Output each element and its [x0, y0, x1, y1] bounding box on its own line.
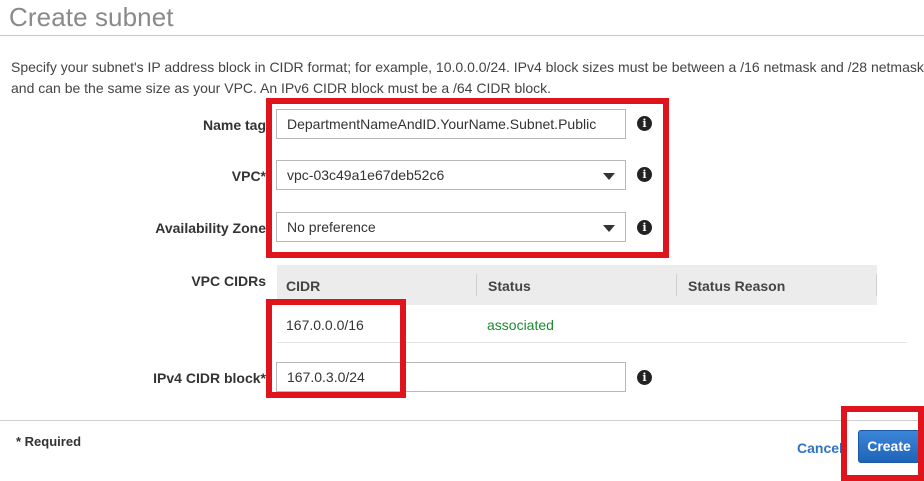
- highlight-box-form-fields: [266, 98, 669, 258]
- column-header-status: Status: [488, 278, 531, 294]
- info-icon[interactable]: i: [637, 370, 652, 385]
- ipv4-cidr-label: IPv4 CIDR block*: [153, 370, 266, 386]
- page-description: Specify your subnet's IP address block i…: [11, 57, 924, 99]
- column-header-cidr: CIDR: [286, 278, 321, 294]
- cancel-button[interactable]: Cancel: [797, 440, 843, 456]
- highlight-box-create: [841, 406, 924, 481]
- column-header-status-reason: Status Reason: [688, 278, 786, 294]
- highlight-box-cidr: [266, 299, 406, 398]
- vpc-label: VPC*: [231, 168, 266, 184]
- description-line-2: and can be the same size as your VPC. An…: [11, 80, 552, 96]
- required-note: * Required: [16, 434, 82, 449]
- description-line-1: Specify your subnet's IP address block i…: [11, 59, 924, 75]
- page-title: Create subnet: [9, 2, 174, 32]
- availability-zone-label: Availability Zone: [155, 220, 266, 236]
- column-separator: [476, 274, 477, 296]
- vpc-cidrs-label: VPC CIDRs: [191, 273, 266, 289]
- column-separator: [676, 274, 677, 296]
- column-separator: [876, 274, 877, 296]
- footer-divider: [0, 420, 924, 421]
- title-divider: [0, 35, 924, 36]
- name-tag-label: Name tag: [202, 117, 266, 133]
- status-cell: associated: [487, 317, 554, 333]
